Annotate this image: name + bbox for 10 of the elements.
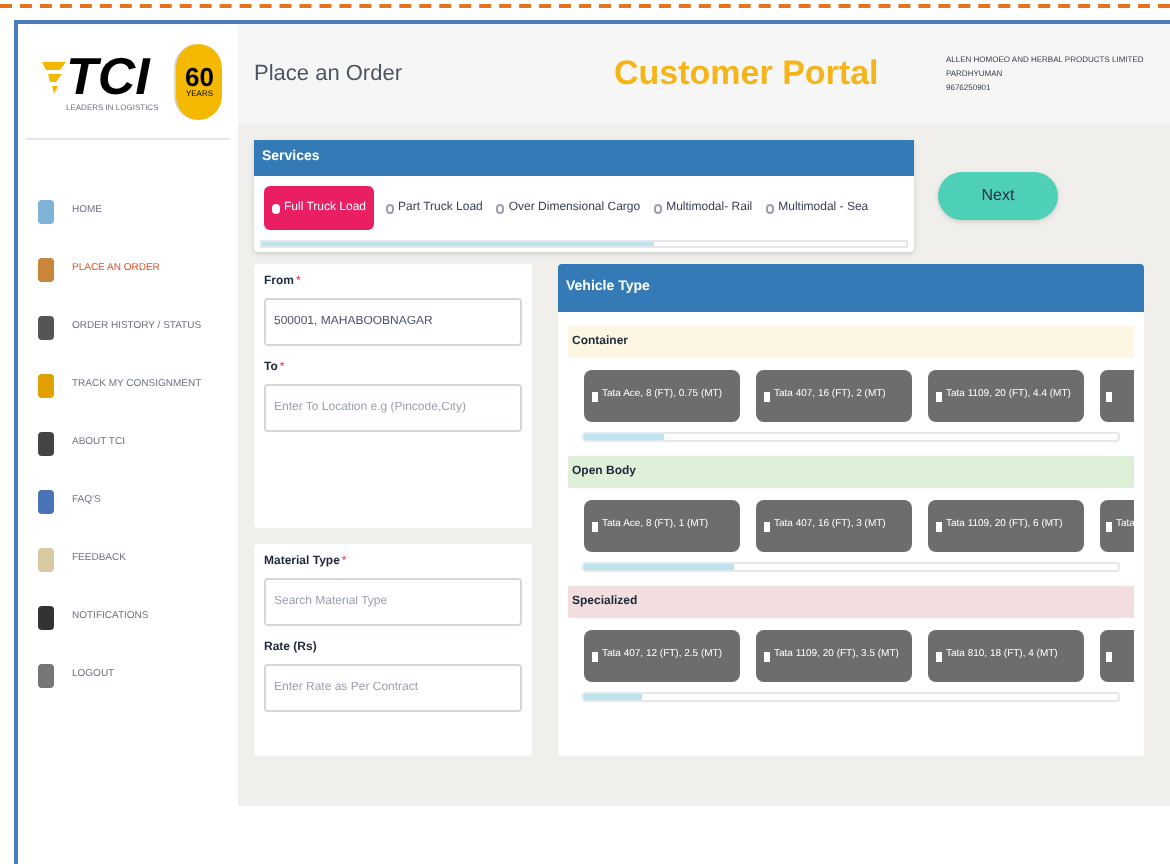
scrollbar[interactable] xyxy=(582,692,1120,702)
swoosh-icon xyxy=(42,57,66,93)
portal-title: Customer Portal xyxy=(614,52,881,97)
badge-number: 60 xyxy=(185,64,214,90)
scrollbar[interactable] xyxy=(260,240,908,248)
page-title: Place an Order xyxy=(254,59,404,90)
scrollbar[interactable] xyxy=(582,432,1120,442)
logo-text: TCI xyxy=(66,49,150,101)
scrollbar[interactable] xyxy=(582,562,1120,572)
next-button[interactable]: Next xyxy=(938,172,1058,220)
